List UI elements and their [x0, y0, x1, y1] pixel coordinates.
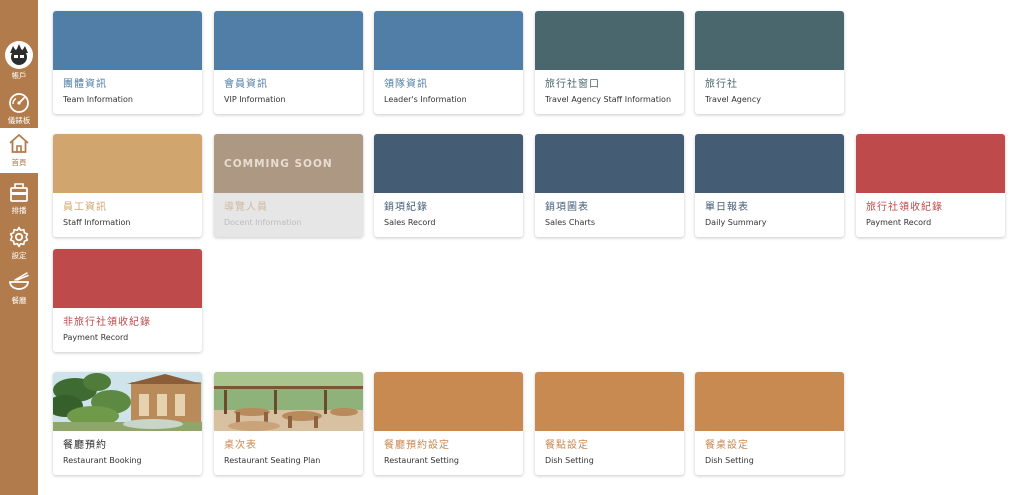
sidebar-item-settings[interactable]: 設定	[0, 221, 38, 266]
card-title-zh: 旅行社窗口	[545, 79, 600, 90]
sidebar-label-dashboard: 儀錶板	[7, 116, 31, 125]
card-title-en: Restaurant Booking	[63, 456, 142, 465]
card-title-zh: 餐點設定	[545, 440, 589, 451]
card-cover	[695, 372, 844, 431]
card-title-en: Sales Charts	[545, 218, 595, 227]
card-cover	[695, 134, 844, 193]
card-cover	[374, 134, 523, 193]
card-restaurant-setting[interactable]: 餐廳預約設定 Restaurant Setting	[374, 372, 523, 475]
card-title-zh: 餐廳預約	[63, 440, 107, 451]
card-leader-information[interactable]: 領隊資訊 Leader's Information	[374, 11, 523, 114]
card-cover: COMMING SOON	[214, 134, 363, 193]
card-daily-summary[interactable]: 單日報表 Daily Summary	[695, 134, 844, 237]
card-staff-information[interactable]: 員工資訊 Staff Information	[53, 134, 202, 237]
card-title-en: Docent Information	[224, 218, 302, 227]
card-docent-information: COMMING SOON 導覽人員 Docent Information	[214, 134, 363, 237]
card-title-zh: 單日報表	[705, 202, 749, 213]
card-agency-payment-record[interactable]: 旅行社領收紀錄 Payment Record	[856, 134, 1005, 237]
card-title-zh: 團體資訊	[63, 79, 107, 90]
card-table-setting[interactable]: 餐桌設定 Dish Setting	[695, 372, 844, 475]
avatar-icon	[5, 41, 33, 69]
card-non-agency-payment-record[interactable]: 非旅行社領收紀錄 Payment Record	[53, 249, 202, 352]
card-title-en: Dish Setting	[705, 456, 754, 465]
card-cover	[535, 372, 684, 431]
card-title-zh: 旅行社	[705, 79, 738, 90]
sidebar-item-restaurant[interactable]: 餐廳	[0, 266, 38, 311]
gear-icon	[9, 226, 29, 248]
bowl-icon	[9, 272, 29, 290]
card-restaurant-seating-plan[interactable]: 桌次表 Restaurant Seating Plan	[214, 372, 363, 475]
card-title-en: Payment Record	[866, 218, 932, 227]
card-title-en: VIP Information	[224, 95, 286, 104]
card-travel-agency-staff[interactable]: 旅行社窗口 Travel Agency Staff Information	[535, 11, 684, 114]
card-team-information[interactable]: 團體資訊 Team Information	[53, 11, 202, 114]
card-title-zh: 桌次表	[224, 440, 257, 451]
card-title-zh: 銷項圖表	[545, 202, 589, 213]
card-dish-setting[interactable]: 餐點設定 Dish Setting	[535, 372, 684, 475]
card-title-en: Restaurant Setting	[384, 456, 459, 465]
card-restaurant-booking[interactable]: 餐廳預約 Restaurant Booking	[53, 372, 202, 475]
sidebar-item-account[interactable]: 帳戶	[0, 38, 38, 83]
schedule-icon	[10, 183, 28, 202]
card-title-en: Travel Agency	[705, 95, 761, 104]
sidebar-label-restaurant: 餐廳	[11, 296, 27, 305]
card-title-zh: 員工資訊	[63, 202, 107, 213]
card-title-zh: 餐桌設定	[705, 440, 749, 451]
sidebar-label-account: 帳戶	[11, 71, 27, 80]
sidebar-label-settings: 設定	[11, 251, 27, 260]
card-cover	[535, 134, 684, 193]
card-title-en: Travel Agency Staff Information	[545, 95, 672, 104]
coming-soon-badge: COMMING SOON	[224, 158, 333, 170]
home-icon	[9, 134, 29, 153]
card-title-zh: 旅行社領收紀錄	[866, 202, 943, 213]
card-cover	[53, 134, 202, 193]
card-title-zh: 非旅行社領收紀錄	[63, 317, 151, 328]
card-cover	[535, 11, 684, 70]
card-title-zh: 導覽人員	[224, 202, 268, 213]
card-title-en: Leader's Information	[384, 95, 467, 104]
sidebar-item-dashboard[interactable]: 儀錶板	[0, 86, 38, 131]
card-title-zh: 銷項紀錄	[384, 202, 428, 213]
card-title-en: Staff Information	[63, 218, 131, 227]
card-sales-charts[interactable]: 銷項圖表 Sales Charts	[535, 134, 684, 237]
gauge-icon	[9, 93, 29, 113]
card-title-en: Payment Record	[63, 333, 129, 342]
dining-room-photo	[214, 372, 363, 431]
sidebar-label-home: 首頁	[11, 158, 27, 167]
card-cover	[214, 11, 363, 70]
card-travel-agency[interactable]: 旅行社 Travel Agency	[695, 11, 844, 114]
card-title-en: Restaurant Seating Plan	[224, 456, 321, 465]
sidebar-item-schedule[interactable]: 排播	[0, 176, 38, 221]
card-cover	[53, 11, 202, 70]
card-cover	[53, 249, 202, 308]
card-vip-information[interactable]: 會員資訊 VIP Information	[214, 11, 363, 114]
card-title-zh: 會員資訊	[224, 79, 268, 90]
card-sales-record[interactable]: 銷項紀錄 Sales Record	[374, 134, 523, 237]
card-title-en: Team Information	[63, 95, 133, 104]
card-cover	[856, 134, 1005, 193]
sidebar-item-home[interactable]: 首頁	[0, 128, 38, 173]
card-title-zh: 領隊資訊	[384, 79, 428, 90]
sidebar: 帳戶 儀錶板 首頁 排播 設定 餐廳	[0, 0, 38, 495]
card-title-en: Daily Summary	[705, 218, 767, 227]
garden-photo	[53, 372, 202, 431]
card-title-zh: 餐廳預約設定	[384, 440, 450, 451]
card-title-en: Sales Record	[384, 218, 436, 227]
card-title-en: Dish Setting	[545, 456, 594, 465]
sidebar-label-schedule: 排播	[11, 206, 27, 215]
card-cover	[374, 372, 523, 431]
card-cover	[374, 11, 523, 70]
card-cover	[695, 11, 844, 70]
